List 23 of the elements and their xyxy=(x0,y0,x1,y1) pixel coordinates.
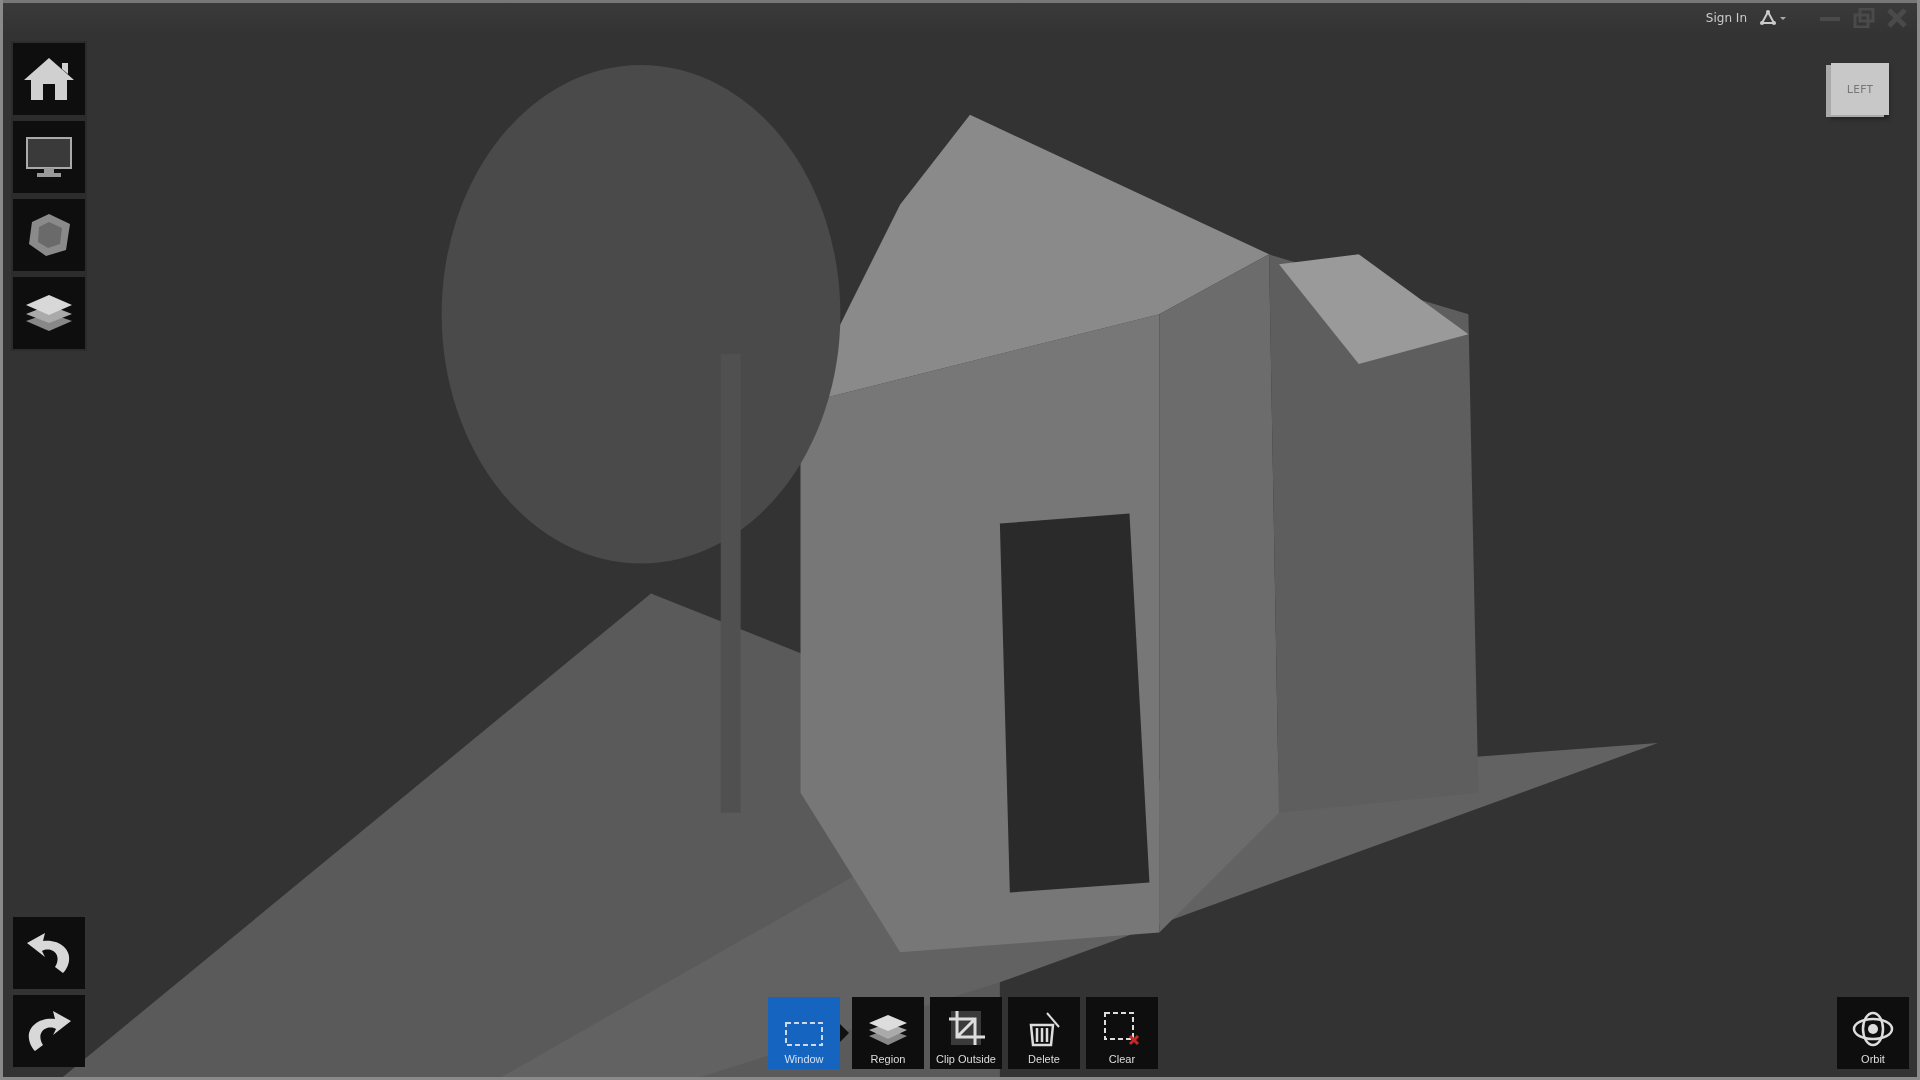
orbit-button[interactable]: Orbit xyxy=(1837,997,1909,1069)
dashed-rectangle-icon xyxy=(784,1021,824,1047)
toolbar-button[interactable] xyxy=(13,43,85,115)
layers-icon xyxy=(867,1013,909,1047)
selection-tool-button[interactable]: Clear xyxy=(1086,997,1158,1069)
selection-tool-button[interactable]: Window xyxy=(768,997,840,1069)
home-icon xyxy=(22,56,76,102)
account-icon[interactable] xyxy=(1759,9,1789,26)
monitor-icon xyxy=(25,136,73,178)
selection-tool-button[interactable]: Delete xyxy=(1008,997,1080,1069)
layers-icon xyxy=(24,293,74,333)
toolbar-button[interactable] xyxy=(13,917,85,989)
selection-tool-button[interactable]: Region xyxy=(852,997,924,1069)
toolbar-button[interactable] xyxy=(13,199,85,271)
trash-icon xyxy=(1027,1011,1061,1047)
toolbar-button[interactable] xyxy=(13,277,85,349)
sign-in-link[interactable]: Sign In xyxy=(1705,10,1747,25)
orbit-icon xyxy=(1852,1011,1894,1047)
selection-tool-button[interactable]: Clip Outside xyxy=(930,997,1002,1069)
toolbar-button[interactable] xyxy=(13,121,85,193)
toolbar-button[interactable] xyxy=(13,995,85,1067)
cube-icon xyxy=(26,212,72,258)
clear-selection-icon xyxy=(1103,1011,1141,1047)
